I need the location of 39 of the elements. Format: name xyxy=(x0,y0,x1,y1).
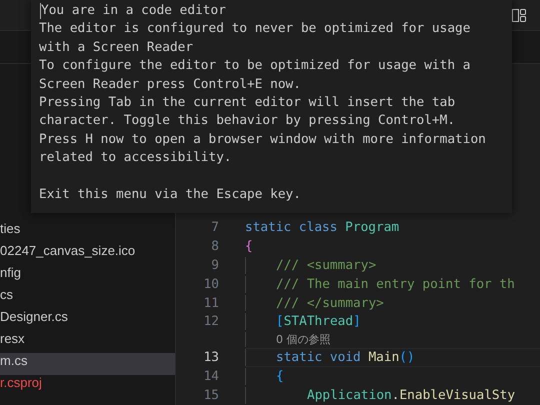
help-text: Screen Reader press Control+E now. xyxy=(39,76,301,94)
help-text: You are in a code editor xyxy=(41,2,226,20)
help-text: The editor is configured to never be optimized for usage xyxy=(39,20,470,38)
code-line: /// </summary> xyxy=(276,296,384,310)
help-text: Pressing Tab in the current editor will insert the tab xyxy=(39,94,456,112)
help-text: with a Screen Reader xyxy=(39,38,194,57)
reference-count[interactable]: 0 個の参照 xyxy=(276,332,330,348)
file-item[interactable]: ties xyxy=(0,221,175,243)
help-text: Exit this menu via the Escape key. xyxy=(39,186,301,204)
line-number: 14 xyxy=(202,369,219,384)
file-item[interactable]: nfig xyxy=(0,265,175,287)
code-line: { xyxy=(276,369,284,384)
file-item[interactable]: cs xyxy=(0,287,175,309)
line-number: 13 xyxy=(202,350,219,366)
code-line: static void Main() xyxy=(276,350,415,366)
code-line: { xyxy=(245,238,253,254)
help-text: related to accessibility. xyxy=(39,149,232,168)
code-line: /// <summary> xyxy=(276,258,376,273)
line-number: 15 xyxy=(202,388,219,404)
line-number: 12 xyxy=(202,314,219,330)
file-item[interactable]: 02247_canvas_size.ico xyxy=(0,243,175,265)
file-item[interactable]: resx xyxy=(0,331,175,353)
layout-icon[interactable] xyxy=(512,8,526,22)
code-line: static class Program xyxy=(245,220,400,235)
line-number: 11 xyxy=(202,296,219,310)
file-item[interactable]: r.csproj xyxy=(0,375,175,397)
code-line: /// The main entry point for th xyxy=(276,276,515,292)
line-number: 8 xyxy=(210,238,219,254)
code-line: Application.EnableVisualSty xyxy=(307,388,516,404)
file-item[interactable]: Designer.cs xyxy=(0,309,175,331)
code-line: [STAThread] xyxy=(276,314,361,330)
help-text: Press H now to open a browser window with more information xyxy=(39,130,486,149)
line-number: 9 xyxy=(210,258,219,273)
line-number: 7 xyxy=(210,220,219,235)
help-text: character. Toggle this behavior by pressing Control+M. xyxy=(39,112,456,130)
text-cursor xyxy=(40,3,41,19)
help-text: To configure the editor to be optimized for usage with a xyxy=(39,57,470,76)
line-number: 10 xyxy=(202,276,219,292)
file-item[interactable]: m.cs xyxy=(0,353,175,375)
